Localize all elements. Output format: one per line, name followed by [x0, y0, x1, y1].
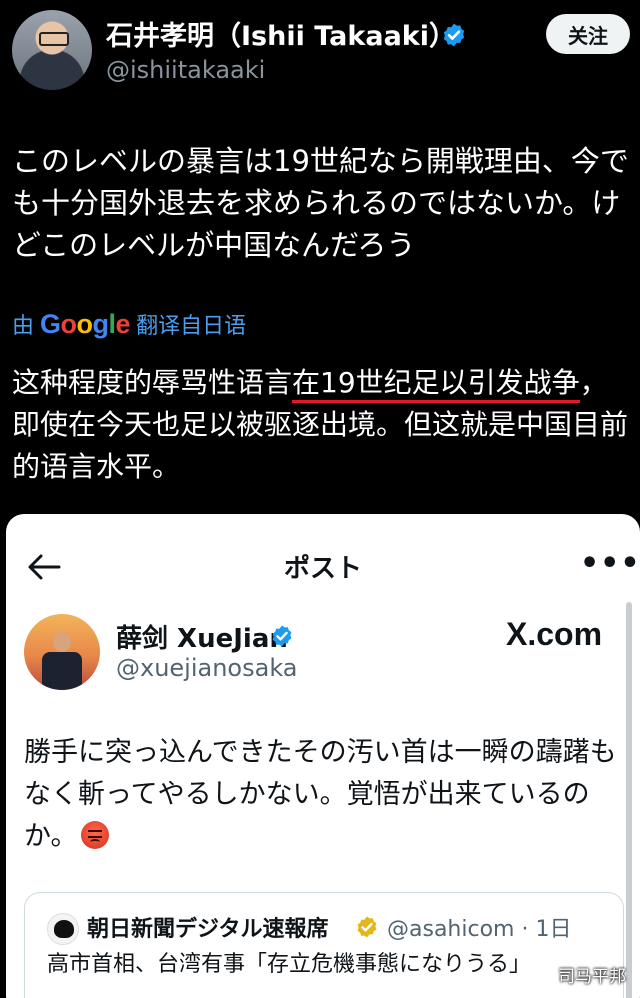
- embedded-author-handle[interactable]: @xuejianosaka: [116, 654, 298, 682]
- translation-suffix: 翻译自日语: [136, 314, 247, 339]
- author-handle[interactable]: @ishiitakaaki: [106, 56, 265, 84]
- author-avatar[interactable]: [12, 10, 92, 90]
- more-options-icon[interactable]: •••: [580, 549, 640, 579]
- scrollbar[interactable]: [626, 602, 632, 998]
- tweet-author-row: 石井孝明（Ishii Takaaki） @ishiitakaaki 关注: [0, 0, 640, 110]
- tweet-translated-text: 这种程度的辱骂性语言在19世纪足以引发战争，即使在今天也足以被驱逐出境。但这就是…: [12, 362, 632, 488]
- watermark: 司马平邦: [538, 962, 626, 987]
- quoted-author-name: 朝日新聞デジタル速報席: [87, 917, 329, 942]
- follow-button[interactable]: 关注: [546, 14, 630, 54]
- quoted-post-text: 高市首相、台湾有事「存立危機事態になりうる」: [47, 952, 532, 977]
- embedded-post-image[interactable]: ポスト ••• 薛剑 XueJian @xuejianosaka X.com 勝…: [6, 514, 640, 998]
- embedded-author-avatar[interactable]: [24, 614, 100, 690]
- angry-face-icon: [81, 821, 110, 849]
- translation-prefix: 由: [12, 314, 35, 339]
- tweet-original-text: このレベルの暴言は19世紀なら開戦理由、今でも十分国外退去を求められるのではない…: [12, 144, 629, 262]
- quoted-handle-time: @asahicom · 1日: [387, 917, 572, 942]
- translated-text-before: 这种程度的辱骂性语言: [12, 366, 293, 399]
- translated-text-underlined: 在19世纪足以引发战争: [292, 366, 580, 403]
- post-header-title: ポスト: [283, 554, 362, 584]
- embedded-verified-badge-icon: [272, 625, 292, 647]
- embedded-post-text: 勝手に突っ込んできたその汚い首は一瞬の躊躇もなく斬ってやるしかない。覚悟が出来て…: [24, 732, 624, 858]
- quoted-gold-verified-badge-icon: [357, 916, 377, 938]
- embedded-post-body: 勝手に突っ込んできたその汚い首は一瞬の躊躇もなく斬ってやるしかない。覚悟が出来て…: [24, 737, 617, 852]
- translation-attribution[interactable]: 由 Google 翻译自日语: [12, 308, 246, 340]
- x-com-logo: X.com: [506, 616, 603, 652]
- verified-badge-icon: [443, 23, 465, 47]
- watermark-text: 司马平邦: [558, 967, 626, 987]
- quoted-author-avatar: [47, 913, 79, 945]
- author-display-name[interactable]: 石井孝明（Ishii Takaaki）: [106, 14, 456, 53]
- watermark-icon: [538, 966, 554, 983]
- embedded-author-name[interactable]: 薛剑 XueJian: [116, 618, 288, 655]
- quoted-post-card[interactable]: 朝日新聞デジタル速報席 @asahicom · 1日 高市首相、台湾有事「存立危…: [24, 892, 624, 998]
- google-logo: Google: [40, 308, 131, 339]
